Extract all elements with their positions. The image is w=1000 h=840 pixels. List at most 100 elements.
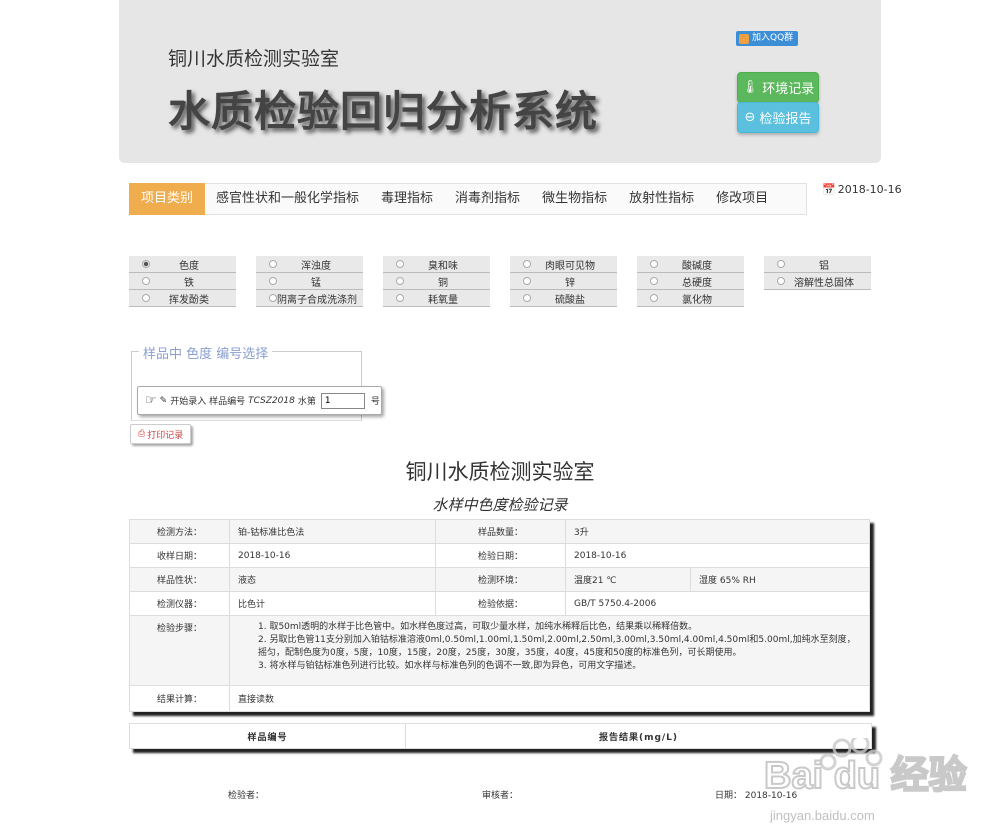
radio-icon <box>269 294 277 302</box>
header-banner: 铜川水质检测实验室 水质检验回归分析系统 加入QQ群 🌡 环境记录 ⊖ 检验报告 <box>119 0 881 163</box>
radio-icon <box>396 277 404 285</box>
print-record-button[interactable]: ⎙ 打印记录 <box>130 424 192 444</box>
record-table: 检测方法： 铂-钴标准比色法 样品数量： 3升 收样日期： 2018-10-16… <box>129 519 870 712</box>
env-record-label: 环境记录 <box>762 82 815 97</box>
radio-icon <box>142 294 150 302</box>
instrument-label: 检测仪器： <box>129 591 230 616</box>
join-qq-label: 加入QQ群 <box>752 33 794 43</box>
nav-item-category[interactable]: 项目类别 <box>129 183 206 215</box>
sample-prefix: 开始录入 样品编号 <box>170 397 246 407</box>
radio-option[interactable]: 浑浊度 <box>256 256 363 273</box>
steps-value: 1. 取50ml透明的水样于比色管中。如水样色度过高，可取少量水样，加纯水稀释后… <box>229 615 870 686</box>
radio-icon <box>396 294 404 302</box>
radio-icon <box>269 260 277 268</box>
table-row: 检验步骤： 1. 取50ml透明的水样于比色管中。如水样色度过高，可取少量水样，… <box>129 615 870 686</box>
radio-label: 酸碱度 <box>682 260 712 272</box>
radio-icon <box>523 260 531 268</box>
nav-item-sensory[interactable]: 感官性状和一般化学指标 <box>205 183 370 215</box>
calendar-icon: 📅 <box>822 183 836 196</box>
step-2: 2. 另取比色管11支分别加入铂钴标准溶液0ml,0.50ml,1.00ml,1… <box>258 635 856 658</box>
radio-label: 肉眼可见物 <box>545 260 595 272</box>
current-date-value: 2018-10-16 <box>837 183 902 196</box>
radio-label: 色度 <box>179 260 199 272</box>
radio-option[interactable]: 铝 <box>764 256 871 273</box>
prop-label: 样品性状： <box>129 567 230 592</box>
radio-icon <box>777 277 785 285</box>
env-record-button[interactable]: 🌡 环境记录 <box>737 72 819 103</box>
col-sample-id: 样品编号 <box>129 723 406 749</box>
radio-option[interactable]: 阴离子合成洗涤剂 <box>256 290 363 307</box>
radio-label: 挥发酚类 <box>169 294 209 306</box>
radio-icon <box>396 260 404 268</box>
nav-item-microbial[interactable]: 微生物指标 <box>531 183 618 215</box>
radio-label: 耗氧量 <box>428 294 458 306</box>
nav-item-modify[interactable]: 修改项目 <box>705 183 779 215</box>
hand-point-icon: ☞ <box>145 393 157 408</box>
radio-option[interactable]: 锰 <box>256 273 363 290</box>
eye-slash-icon: ⊖ <box>744 110 756 125</box>
sample-entry-group: ☞ ✎ 开始录入 样品编号TCSZ2018水第 号 <box>137 386 382 415</box>
table-row: 样品性状： 液态 检测环境： 温度21 ℃ 湿度 65% RH <box>129 567 870 592</box>
basis-value: GB/T 5750.4-2006 <box>565 591 870 616</box>
env-label: 检测环境： <box>435 567 566 592</box>
method-value: 铂-钴标准比色法 <box>229 519 436 544</box>
pencil-icon: ✎ <box>159 395 168 406</box>
test-date-label: 检验日期： <box>435 543 566 568</box>
radio-option[interactable]: 溶解性总固体 <box>764 273 871 290</box>
radio-label: 浑浊度 <box>301 260 331 272</box>
test-date-value: 2018-10-16 <box>565 543 870 568</box>
radio-label: 铁 <box>184 277 194 289</box>
radio-selected-icon <box>142 260 150 268</box>
qq-group-icon <box>739 33 749 44</box>
radio-label: 铜 <box>438 277 448 289</box>
radio-label: 阴离子合成洗涤剂 <box>277 294 357 306</box>
sample-mid: 水第 <box>297 397 316 407</box>
radio-option[interactable]: 总硬度 <box>637 273 744 290</box>
print-icon: ⎙ <box>138 429 146 439</box>
lab-name: 铜川水质检测实验室 <box>168 48 340 70</box>
baidu-watermark: Bai du 经验 jingyan.baidu.com <box>763 738 968 823</box>
radio-option[interactable]: 酸碱度 <box>637 256 744 273</box>
radio-option[interactable]: 耗氧量 <box>383 290 490 307</box>
watermark-url: jingyan.baidu.com <box>769 808 875 823</box>
radio-label: 锌 <box>565 277 575 289</box>
count-value: 3升 <box>565 519 870 544</box>
radio-icon <box>142 277 150 285</box>
radio-icon <box>523 277 531 285</box>
test-report-button[interactable]: ⊖ 检验报告 <box>737 102 819 133</box>
watermark-brand: Bai du 经验 <box>764 755 967 797</box>
instrument-value: 比色计 <box>229 591 436 616</box>
radio-option[interactable]: 硫酸盐 <box>510 290 617 307</box>
radio-option[interactable]: 氯化物 <box>637 290 744 307</box>
sample-suffix: 号 <box>370 397 380 407</box>
radio-option[interactable]: 色度 <box>129 256 236 273</box>
tester-label: 检验者： <box>228 791 265 801</box>
radio-icon <box>523 294 531 302</box>
table-row: 收样日期： 2018-10-16 检验日期： 2018-10-16 <box>129 543 870 568</box>
system-title: 水质检验回归分析系统 <box>168 87 599 136</box>
sample-number-input[interactable] <box>320 392 365 409</box>
radio-option[interactable]: 肉眼可见物 <box>510 256 617 273</box>
radio-option[interactable]: 挥发酚类 <box>129 290 236 307</box>
radio-option[interactable]: 铜 <box>383 273 490 290</box>
recv-date-label: 收样日期： <box>129 543 230 568</box>
radio-label: 臭和味 <box>428 260 458 272</box>
prop-value: 液态 <box>229 567 436 592</box>
report-subtitle: 水样中色度检验记录 <box>432 496 568 514</box>
radio-icon <box>650 260 658 268</box>
nav-item-radioactive[interactable]: 放射性指标 <box>618 183 705 215</box>
radio-option[interactable]: 臭和味 <box>383 256 490 273</box>
reviewer-label: 审核者： <box>482 791 519 801</box>
table-row: 结果计算： 直接读数 <box>129 685 870 712</box>
basis-label: 检验依据： <box>435 591 566 616</box>
radio-label: 硫酸盐 <box>555 294 585 306</box>
join-qq-button[interactable]: 加入QQ群 <box>736 31 799 46</box>
radio-option[interactable]: 铁 <box>129 273 236 290</box>
radio-label: 锰 <box>311 277 321 289</box>
steps-label: 检验步骤： <box>129 615 230 686</box>
radio-option[interactable]: 锌 <box>510 273 617 290</box>
nav-item-toxicology[interactable]: 毒理指标 <box>370 183 444 215</box>
nav-item-disinfectant[interactable]: 消毒剂指标 <box>444 183 531 215</box>
table-row: 检测仪器： 比色计 检验依据： GB/T 5750.4-2006 <box>129 591 870 616</box>
calc-label: 结果计算： <box>129 685 230 712</box>
